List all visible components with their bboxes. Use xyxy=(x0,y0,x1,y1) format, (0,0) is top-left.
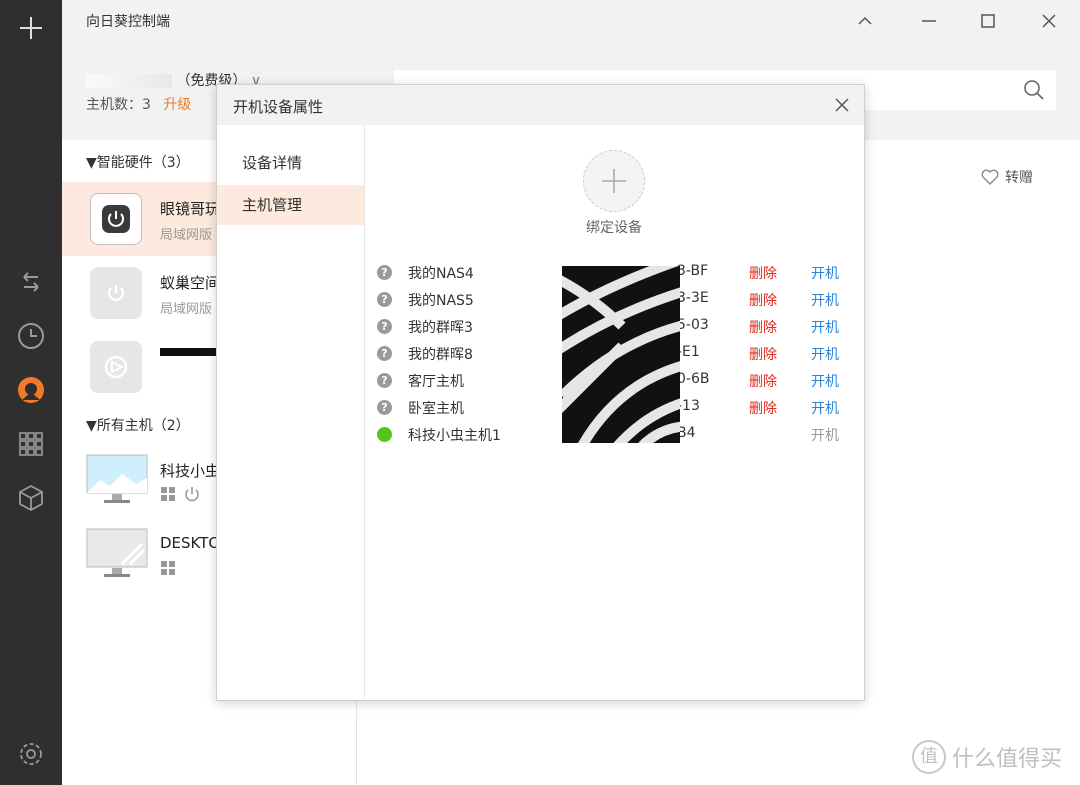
delete-button[interactable]: 删除 xyxy=(749,290,777,310)
unknown-status-icon: ? xyxy=(377,265,392,280)
unknown-status-icon: ? xyxy=(377,373,392,388)
device-properties-dialog: 开机设备属性 设备详情 主机管理 绑定设备 ? 我的NAS4 3-BF 删除 开机? 我的… xyxy=(216,84,865,701)
redaction-pattern-image xyxy=(562,266,680,443)
minimize-button[interactable] xyxy=(916,8,942,34)
power-icon xyxy=(107,285,125,302)
settings-gear-icon[interactable] xyxy=(15,738,47,770)
power-on-button[interactable]: 开机 xyxy=(811,398,839,418)
device-mac: 3-BF xyxy=(677,263,709,279)
watermark: 值 什么值得买 xyxy=(912,740,1062,774)
collapse-button[interactable] xyxy=(852,8,878,34)
delete-button[interactable]: 删除 xyxy=(749,398,777,418)
device-thumb xyxy=(90,341,142,393)
group-title-smart-hardware[interactable]: ▼智能硬件（3） xyxy=(86,152,190,172)
left-rail xyxy=(0,0,62,785)
host-count: 主机数：3 升级 xyxy=(86,94,191,114)
delete-button[interactable]: 删除 xyxy=(749,344,777,364)
dialog-nav: 设备详情 主机管理 xyxy=(217,125,365,700)
search-icon[interactable] xyxy=(1022,78,1046,102)
windows-icon xyxy=(161,487,175,501)
delete-button[interactable]: 删除 xyxy=(749,263,777,283)
power-icon[interactable] xyxy=(183,485,201,503)
unknown-status-icon: ? xyxy=(377,319,392,334)
redacted-name xyxy=(160,348,216,356)
device-name: 我的群晖8 xyxy=(408,347,473,363)
device-mac: 3-3E xyxy=(677,290,709,306)
device-name: 我的NAS4 xyxy=(408,266,474,282)
close-window-button[interactable] xyxy=(1036,8,1062,34)
unknown-status-icon: ? xyxy=(377,346,392,361)
host-sub: 局域网版 xyxy=(160,228,213,243)
dialog-header: 开机设备属性 xyxy=(217,85,864,125)
close-icon[interactable] xyxy=(832,95,852,115)
redacted-username xyxy=(86,74,172,88)
watermark-logo: 值 xyxy=(912,740,946,774)
device-mac: 0-6B xyxy=(677,371,710,387)
windows-icon xyxy=(161,561,175,575)
power-on-button[interactable]: 开机 xyxy=(811,371,839,391)
dialog-title: 开机设备属性 xyxy=(233,98,324,116)
host-sub: 局域网版 xyxy=(160,302,213,317)
device-mac: -E1 xyxy=(677,344,700,360)
device-name: 我的群晖3 xyxy=(408,320,473,336)
power-on-button[interactable]: 开机 xyxy=(811,425,839,445)
bind-device-label: 绑定设备 xyxy=(586,220,642,236)
online-status-icon xyxy=(377,427,392,442)
unknown-status-icon: ? xyxy=(377,292,392,307)
host-name: 蚁巢空间 xyxy=(160,274,221,292)
apps-grid-icon[interactable] xyxy=(15,428,47,460)
host-name: DESKTO xyxy=(160,534,221,552)
gift-button[interactable]: 转赠 xyxy=(981,167,1033,187)
app-title: 向日葵控制端 xyxy=(86,14,170,30)
heart-icon xyxy=(981,169,999,185)
add-icon[interactable] xyxy=(15,12,47,44)
device-name: 我的NAS5 xyxy=(408,293,474,309)
upgrade-link[interactable]: 升级 xyxy=(163,97,191,113)
device-thumb xyxy=(90,267,142,319)
watermark-text: 什么值得买 xyxy=(952,747,1063,772)
host-name: 眼镜哥玩 xyxy=(160,200,221,218)
delete-button[interactable]: 删除 xyxy=(749,371,777,391)
device-thumb xyxy=(90,193,142,245)
power-icon xyxy=(102,205,130,233)
tab-device-details[interactable]: 设备详情 xyxy=(217,143,364,183)
monitor-icon xyxy=(86,528,148,577)
power-on-button[interactable]: 开机 xyxy=(811,317,839,337)
gift-label: 转赠 xyxy=(1005,170,1033,186)
history-clock-icon[interactable] xyxy=(15,320,47,352)
sunlogin-brand-icon[interactable] xyxy=(15,374,47,406)
device-mac: 5-03 xyxy=(677,317,709,333)
device-name: 客厅主机 xyxy=(408,374,464,390)
host-name: 科技小虫 xyxy=(160,462,221,480)
power-on-button[interactable]: 开机 xyxy=(811,263,839,283)
bind-device-button[interactable] xyxy=(583,150,645,212)
monitor-landscape-icon xyxy=(86,454,148,503)
device-mac: -13 xyxy=(677,398,700,414)
play-icon xyxy=(104,355,128,379)
host-count-label: 主机数：3 xyxy=(86,97,151,113)
power-on-button[interactable]: 开机 xyxy=(811,290,839,310)
unknown-status-icon: ? xyxy=(377,400,392,415)
plus-icon xyxy=(602,169,626,193)
device-name: 卧室主机 xyxy=(408,401,464,417)
device-name: 科技小虫主机1 xyxy=(408,428,501,444)
maximize-button[interactable] xyxy=(975,8,1001,34)
delete-button[interactable]: 删除 xyxy=(749,317,777,337)
power-on-button[interactable]: 开机 xyxy=(811,344,839,364)
group-title-all-hosts[interactable]: ▼所有主机（2） xyxy=(86,415,190,435)
cube-icon[interactable] xyxy=(15,482,47,514)
remote-transfer-icon[interactable] xyxy=(15,266,47,298)
tab-host-management[interactable]: 主机管理 xyxy=(217,185,364,225)
